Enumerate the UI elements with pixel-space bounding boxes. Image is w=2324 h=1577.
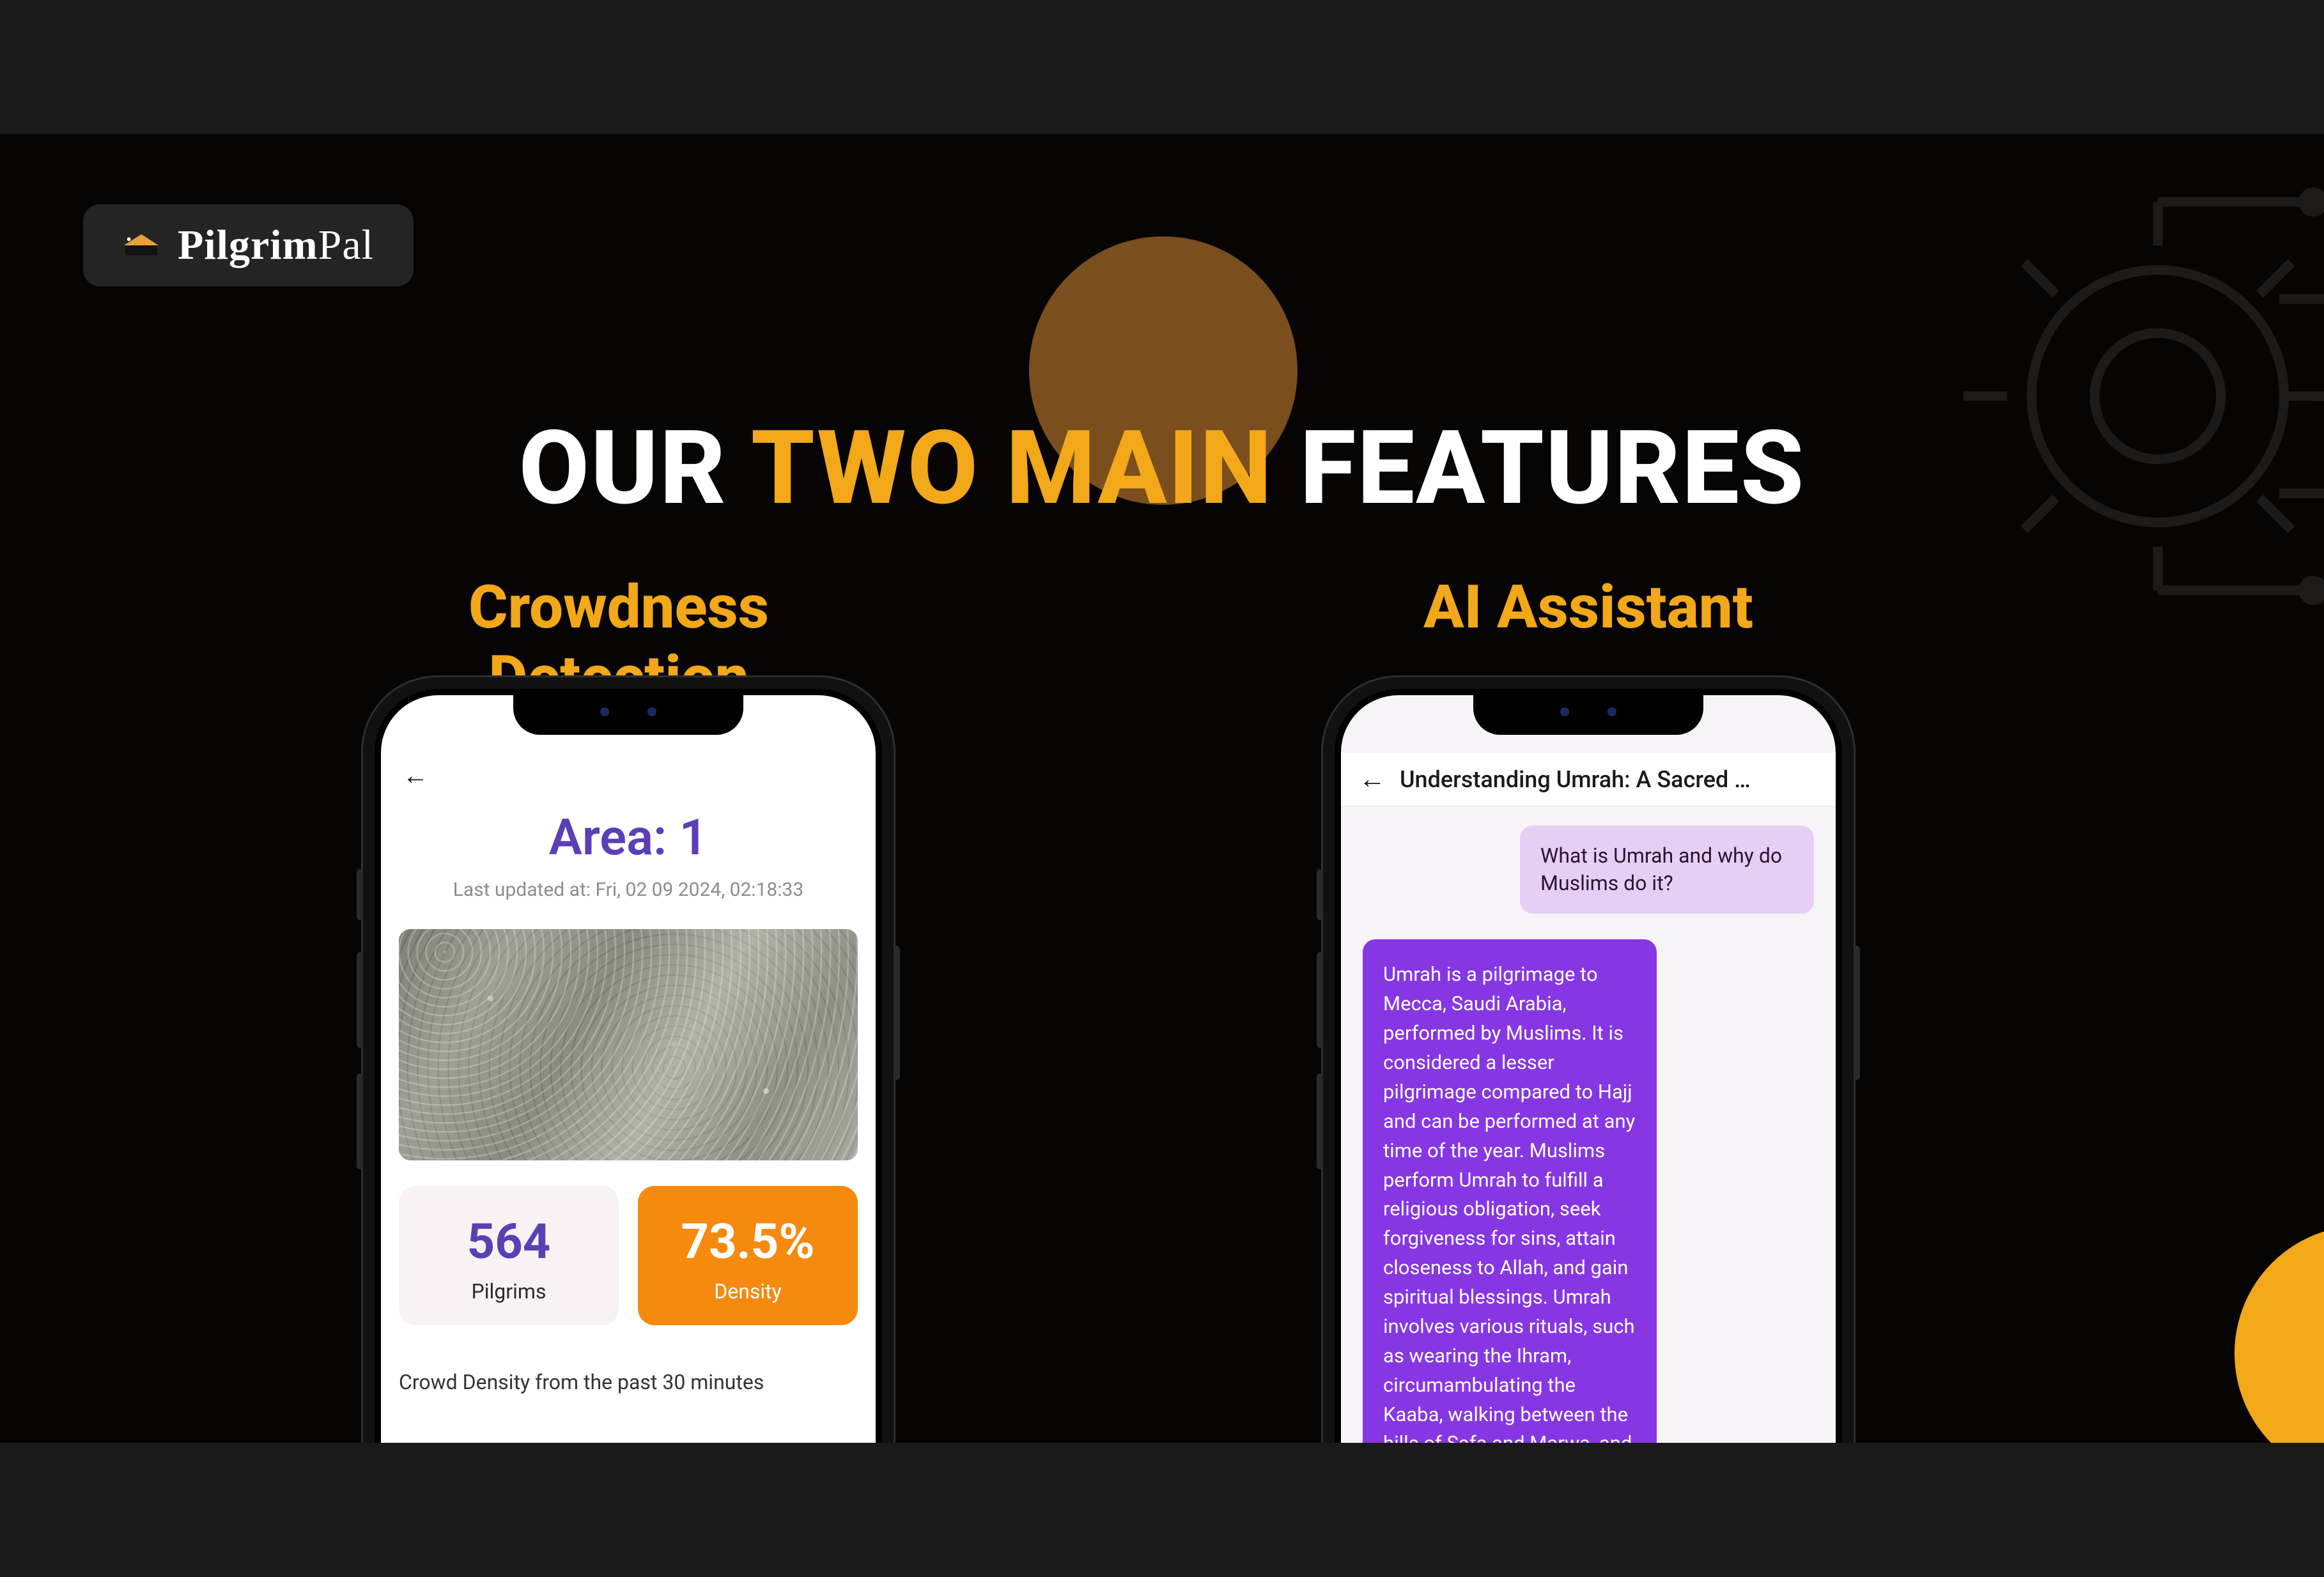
phone-mockup-ai: ← Understanding Umrah: A Sacred … What i… (1323, 677, 1854, 1443)
phone-side-button (357, 869, 363, 920)
heading-post: FEATURES (1273, 409, 1806, 528)
phone-notch (513, 689, 743, 735)
decor-circle-yellow (2235, 1226, 2324, 1443)
phone-side-button (357, 1073, 363, 1169)
heading-accent: TWO MAIN (751, 409, 1273, 528)
pilgrims-label: Pilgrims (405, 1279, 612, 1304)
back-arrow-icon[interactable]: ← (1359, 764, 1386, 795)
stat-card-density: 73.5% Density (638, 1186, 858, 1325)
chat-header: ← Understanding Umrah: A Sacred … (1341, 753, 1836, 806)
back-arrow-icon[interactable]: ← (403, 760, 428, 790)
density-label: Density (644, 1279, 851, 1304)
slide: PilgrimPal OUR TWO MAIN FEATURES Crowdne… (0, 134, 2324, 1443)
phone-side-button (1317, 869, 1323, 920)
phone-side-button (357, 952, 363, 1048)
phone-mockup-crowdness: ← Area: 1 Last updated at: Fri, 02 09 20… (363, 677, 894, 1443)
pilgrims-value: 564 (405, 1213, 612, 1270)
phone-notch (1473, 689, 1703, 735)
phone-side-button (1317, 1073, 1323, 1169)
slide-heading: OUR TWO MAIN FEATURES (0, 409, 2324, 528)
brand-logo-badge: PilgrimPal (83, 204, 414, 286)
phone-side-button (894, 946, 900, 1080)
area-updated: Last updated at: Fri, 02 09 2024, 02:18:… (390, 879, 867, 901)
feature-label-ai: AI Assistant (1301, 572, 1876, 642)
chat-bubble-user: What is Umrah and why do Muslims do it? (1520, 826, 1814, 914)
crowd-image (399, 929, 858, 1160)
chat-title: Understanding Umrah: A Sacred … (1400, 766, 1818, 793)
phone-side-button (1317, 952, 1323, 1048)
brand-name: PilgrimPal (178, 221, 374, 270)
stat-card-pilgrims: 564 Pilgrims (399, 1186, 619, 1325)
density-value: 73.5% (644, 1213, 851, 1270)
heading-pre: OUR (519, 409, 751, 528)
letterbox-top (0, 0, 2324, 134)
gear-circuit-icon (1915, 153, 2324, 639)
brand-name-prefix: Pilgrim (178, 222, 318, 268)
phone-side-button (1854, 946, 1860, 1080)
brand-logo-icon (123, 233, 160, 258)
chat-bubble-ai: Umrah is a pilgrimage to Mecca, Saudi Ar… (1363, 939, 1657, 1443)
brand-name-suffix: Pal (318, 222, 374, 268)
crowd-footer-text: Crowd Density from the past 30 minutes (399, 1370, 858, 1394)
letterbox-bottom (0, 1443, 2324, 1577)
area-title: Area: 1 (390, 809, 867, 867)
